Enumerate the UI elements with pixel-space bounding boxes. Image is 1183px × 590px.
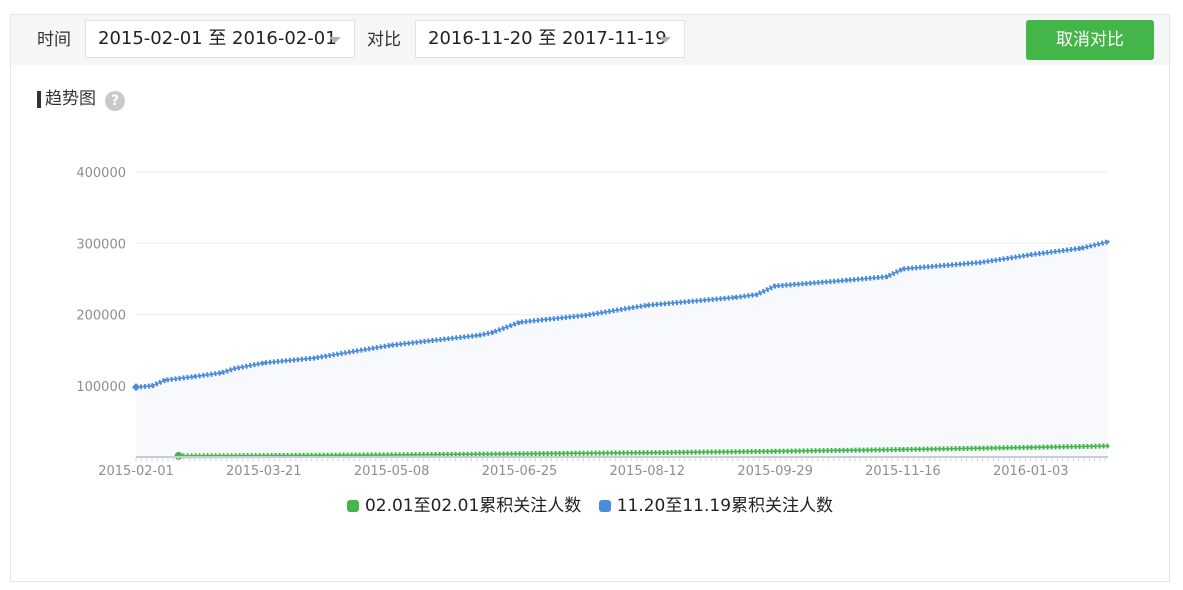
data-point xyxy=(901,448,905,452)
y-tick-label: 100000 xyxy=(76,380,126,395)
legend-item-green[interactable]: 02.01至02.01累积关注人数 xyxy=(346,491,582,516)
legend-label: 11.20至11.19累积关注人数 xyxy=(616,496,834,516)
legend-swatch xyxy=(346,500,359,512)
data-point xyxy=(773,284,777,288)
trend-chart: 400000 300000 200000 100000 2015-02-01 2015-0… xyxy=(76,166,1110,479)
y-tick-label: 200000 xyxy=(76,309,126,324)
data-point xyxy=(517,320,521,324)
x-tick-label: 2015-05-08 xyxy=(354,464,430,479)
data-point xyxy=(219,371,223,375)
data-point xyxy=(390,343,394,347)
data-point xyxy=(233,367,237,371)
data-point xyxy=(1106,240,1110,244)
y-tick-label: 300000 xyxy=(76,237,126,252)
x-tick-label: 2015-06-25 xyxy=(482,464,558,479)
data-point xyxy=(390,453,394,457)
data-point xyxy=(150,384,154,388)
data-point xyxy=(978,260,982,264)
data-point xyxy=(478,333,482,337)
data-point xyxy=(1029,253,1033,257)
trend-panel: 时间 2015-02-01 至 2016-02-01 对比 2016-11-20… xyxy=(10,14,1170,582)
data-point xyxy=(262,361,266,365)
area-layer xyxy=(136,241,1108,457)
x-tick-label: 2015-02-01 xyxy=(98,464,174,479)
data-point xyxy=(163,378,167,382)
x-tick-label: 2015-08-12 xyxy=(610,464,686,479)
data-point xyxy=(733,295,737,299)
series-area xyxy=(136,241,1108,457)
data-point xyxy=(645,451,649,455)
chart-legend: 02.01至02.01累积关注人数 11.20至11.19累积关注人数 xyxy=(11,491,1169,516)
data-point xyxy=(491,330,495,334)
data-point xyxy=(1029,445,1033,449)
data-point xyxy=(193,374,197,378)
data-point xyxy=(134,385,138,389)
legend-label: 02.01至02.01累积关注人数 xyxy=(364,496,582,516)
data-point xyxy=(1106,444,1110,448)
data-point xyxy=(901,267,905,271)
legend-swatch xyxy=(598,500,611,512)
data-point xyxy=(773,449,777,453)
x-tick-label: 2016-01-03 xyxy=(993,464,1069,479)
x-tick-label: 2015-11-16 xyxy=(865,464,941,479)
data-point xyxy=(584,313,588,317)
data-point xyxy=(885,275,889,279)
y-tick-label: 400000 xyxy=(76,166,126,181)
data-point xyxy=(1079,246,1083,250)
data-point xyxy=(645,303,649,307)
data-point xyxy=(754,293,758,297)
x-tick-label: 2015-03-21 xyxy=(226,464,302,479)
data-point xyxy=(312,356,316,360)
data-point xyxy=(845,278,849,282)
x-tick-label: 2015-09-29 xyxy=(737,464,813,479)
data-point xyxy=(517,452,521,456)
legend-item-blue[interactable]: 11.20至11.19累积关注人数 xyxy=(598,491,834,516)
